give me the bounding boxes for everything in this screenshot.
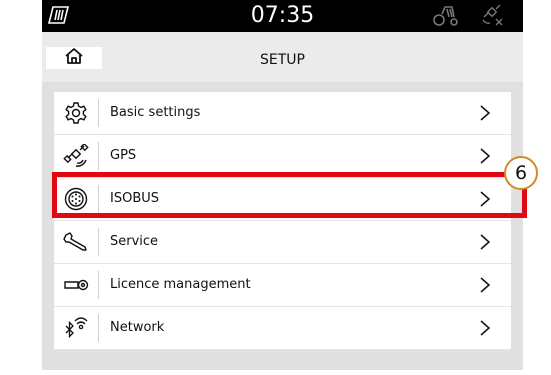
menu-item-label: GPS: [110, 148, 137, 163]
chevron-right-icon: [477, 232, 493, 252]
highlight-frame: [52, 172, 527, 218]
bluetooth-wifi-icon: [54, 307, 98, 349]
chevron-right-icon: [477, 318, 493, 338]
gps-off-icon: [480, 4, 506, 31]
key-icon: [54, 264, 98, 306]
menu-panel: Basic settings GPS ISOBUS Service Licenc…: [42, 82, 523, 370]
page-title: SETUP: [260, 52, 305, 68]
chevron-right-icon: [477, 103, 493, 123]
menu-item-label: Basic settings: [110, 105, 201, 120]
status-bar: 07:35: [42, 0, 523, 32]
menu-item-service[interactable]: Service: [54, 221, 511, 264]
menu-item-licence-management[interactable]: Licence management: [54, 264, 511, 307]
menu-item-label: Network: [110, 320, 165, 335]
gear-icon: [54, 92, 98, 134]
title-bar: SETUP: [42, 32, 523, 82]
callout-badge: 6: [504, 156, 538, 190]
menu-item-basic-settings[interactable]: Basic settings: [54, 92, 511, 135]
satellite-icon: [54, 135, 98, 177]
menu-item-label: Licence management: [110, 277, 251, 292]
wrench-icon: [54, 221, 98, 263]
menu-item-label: Service: [110, 234, 159, 249]
menu-item-network[interactable]: Network: [54, 307, 511, 350]
settings-list: Basic settings GPS ISOBUS Service Licenc…: [54, 92, 511, 350]
tractor-icon: [432, 5, 460, 31]
chevron-right-icon: [477, 275, 493, 295]
chevron-right-icon: [477, 146, 493, 166]
